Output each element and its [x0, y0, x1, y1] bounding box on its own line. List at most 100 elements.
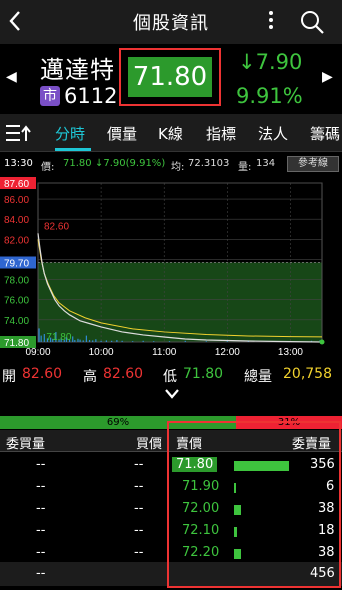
- y-tick-label: 82.00: [4, 235, 29, 246]
- volume-bar: [205, 341, 207, 342]
- x-tick-label: 10:00: [89, 347, 114, 358]
- high-value: 82.60: [103, 366, 144, 382]
- x-tick-label: 09:00: [25, 347, 50, 358]
- price-change-percent: 9.91%: [236, 84, 303, 108]
- active-tab-indicator: [55, 148, 91, 151]
- tab-institutional[interactable]: 法人: [258, 123, 288, 144]
- low-price-annotation: 71.80: [46, 332, 71, 343]
- tab-intraday[interactable]: 分時: [55, 123, 85, 144]
- quote-panel: ◀ 邁達特 市 6112 71.80 ↓7.90 9.91% ▶: [0, 44, 342, 114]
- bid-volume: --: [36, 523, 46, 538]
- below-reference-zone: [38, 262, 322, 342]
- volume-bar: [77, 338, 79, 342]
- volume-bar: [40, 335, 42, 342]
- price-highlight-box: 71.80: [119, 48, 221, 106]
- more-dot-icon: [269, 18, 273, 22]
- volume-bar: [74, 340, 76, 342]
- open-price-annotation: 82.60: [44, 221, 69, 232]
- stock-name: 邁達特: [40, 56, 115, 84]
- volume-bar: [88, 340, 91, 342]
- current-price: 71.80: [128, 57, 212, 97]
- volume-bar: [43, 334, 45, 342]
- chart-tabs: 分時 價量 K線 指標 法人 籌碼: [0, 114, 342, 152]
- prev-stock-button[interactable]: ◀: [6, 69, 17, 85]
- tab-indicators[interactable]: 指標: [206, 123, 236, 144]
- reference-line-button[interactable]: 參考線: [287, 156, 339, 172]
- stock-code: 6112: [64, 84, 118, 108]
- intraday-chart[interactable]: 87.6086.0084.0082.0080.0078.0076.0074.00…: [0, 175, 342, 358]
- volume-bar: [38, 328, 40, 342]
- total-volume-value: 20,758: [283, 366, 332, 382]
- x-tick-label: 12:00: [215, 347, 240, 358]
- bid-price: --: [134, 501, 144, 516]
- bid-price-header: 買價: [136, 437, 163, 452]
- open-value: 82.60: [22, 366, 63, 382]
- volume-bar: [95, 339, 97, 342]
- volume-bar: [116, 340, 118, 342]
- page-title: 個股資訊: [133, 13, 209, 34]
- volume-bar: [184, 340, 186, 342]
- tick-avg-label: 均:: [171, 162, 185, 173]
- volume-bar: [85, 335, 87, 342]
- y-tick-label: 87.60: [4, 179, 29, 190]
- search-icon: [301, 11, 324, 34]
- y-tick-label: 84.00: [4, 215, 29, 226]
- volume-bar: [142, 340, 144, 342]
- y-tick-label: 76.00: [4, 296, 29, 307]
- tick-vol-label: 量:: [238, 162, 252, 173]
- volume-bar: [132, 341, 134, 342]
- bid-volume: --: [36, 545, 46, 560]
- market-badge: 市: [40, 86, 60, 106]
- bid-volume: --: [36, 501, 46, 516]
- volume-bar: [79, 339, 81, 342]
- bid-volume: --: [36, 479, 46, 494]
- reference-price-label: 79.70: [4, 259, 29, 270]
- tick-time: 13:30: [4, 158, 33, 169]
- ask-side-highlight-box: [167, 421, 341, 588]
- volume-bar: [153, 341, 155, 342]
- y-tick-label: 74.00: [4, 316, 29, 327]
- open-label: 開: [2, 369, 16, 385]
- high-label: 高: [83, 369, 97, 385]
- low-value: 71.80: [183, 366, 224, 382]
- more-dot-icon: [269, 25, 273, 29]
- total-volume-label: 總量: [244, 369, 272, 385]
- tab-price-volume[interactable]: 價量: [107, 123, 137, 144]
- bid-volume-header: 委買量: [6, 437, 46, 452]
- tick-price: 71.80: [63, 158, 92, 169]
- volume-bar: [226, 341, 228, 342]
- volume-bar: [100, 340, 102, 342]
- volume-bar: [121, 340, 123, 342]
- x-tick-label: 11:00: [152, 347, 177, 358]
- next-stock-button[interactable]: ▶: [322, 69, 333, 85]
- layout-menu-icon[interactable]: [6, 124, 32, 142]
- app-header: 個股資訊: [0, 0, 342, 44]
- bid-price: --: [134, 457, 144, 472]
- more-dot-icon: [269, 11, 273, 15]
- chevron-down-icon[interactable]: [164, 387, 180, 401]
- more-menu-button[interactable]: [263, 8, 279, 36]
- tick-change: ↓7.90(9.91%): [95, 158, 166, 169]
- y-tick-label: 78.00: [4, 276, 29, 287]
- tab-kline[interactable]: K線: [158, 123, 183, 144]
- y-tick-label: 86.00: [4, 195, 29, 206]
- daily-stats: 開 82.60 高 82.60 低 71.80 總量 20,758: [0, 362, 342, 390]
- volume-bar: [111, 340, 113, 342]
- tick-vol: 134: [256, 158, 276, 169]
- price-change: ↓7.90: [238, 50, 303, 74]
- tick-info-bar: 13:30 價: 71.80 ↓7.90(9.91%) 均: 72.3103 量…: [0, 153, 342, 175]
- volume-bar: [105, 340, 107, 342]
- bid-price: --: [134, 545, 144, 560]
- x-tick-label: 13:00: [278, 347, 303, 358]
- volume-bar: [92, 340, 94, 342]
- volume-bar: [82, 340, 84, 342]
- tick-avg: 72.3103: [188, 158, 230, 169]
- total-bid-volume: --: [36, 566, 46, 581]
- volume-bar: [72, 336, 74, 342]
- tab-chips[interactable]: 籌碼: [310, 123, 340, 144]
- bid-volume: --: [36, 457, 46, 472]
- search-button[interactable]: [299, 9, 325, 35]
- last-price-dot: [319, 339, 325, 345]
- tick-price-label: 價:: [41, 162, 55, 173]
- low-label: 低: [163, 369, 177, 385]
